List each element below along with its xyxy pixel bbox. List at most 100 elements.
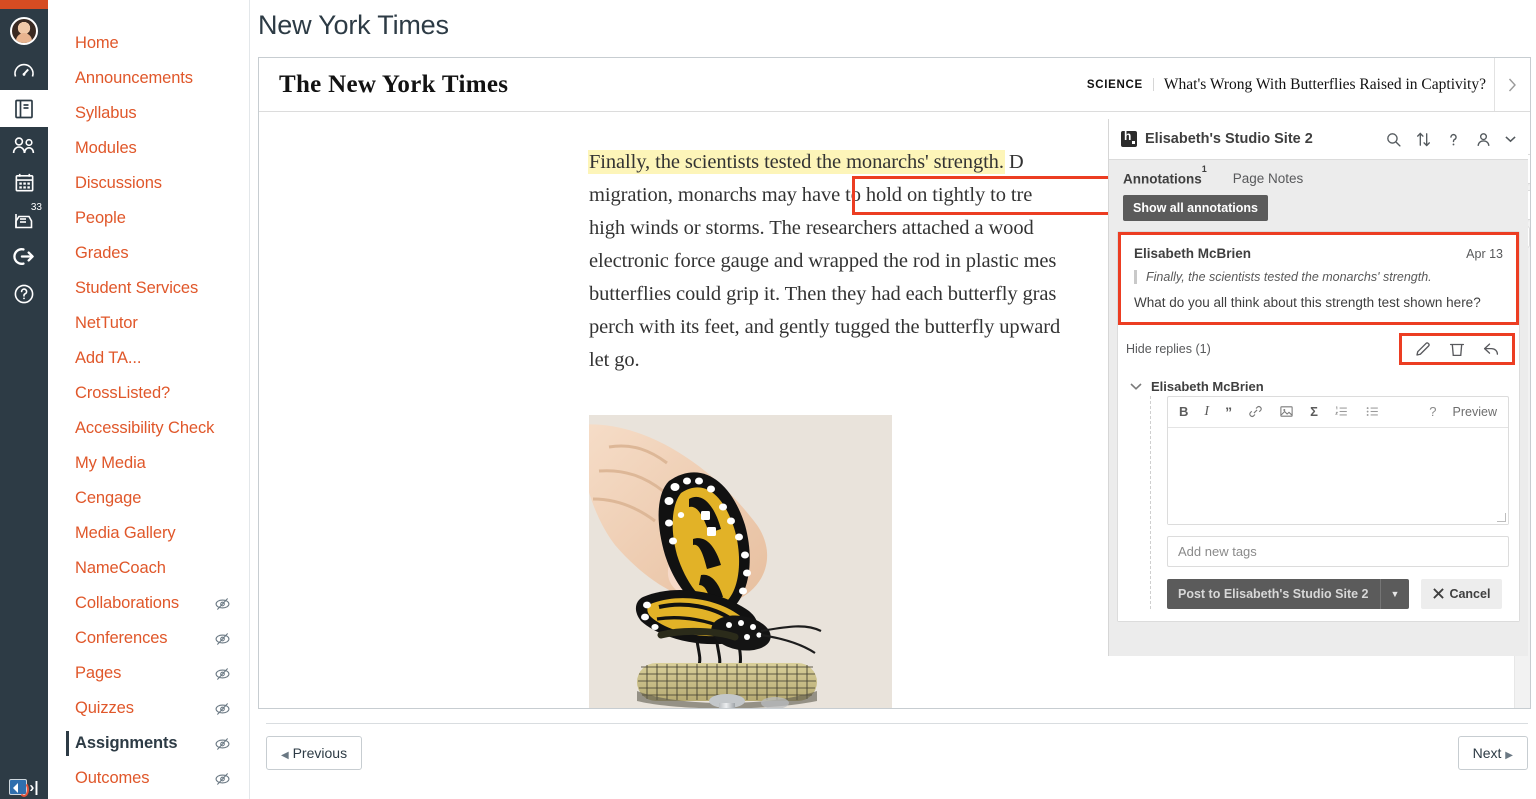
reply-textarea[interactable] — [1168, 427, 1508, 524]
course-nav-item-outcomes[interactable]: Outcomes — [48, 761, 249, 796]
quote-icon[interactable]: ” — [1225, 404, 1232, 420]
account-icon[interactable] — [1475, 131, 1492, 148]
course-nav-item-home[interactable]: Home — [48, 26, 249, 61]
help-icon[interactable] — [1445, 131, 1462, 148]
global-nav-groups[interactable] — [0, 127, 48, 164]
hide-replies-toggle[interactable]: Hide replies (1) — [1126, 342, 1211, 356]
user-avatar-icon — [10, 17, 38, 45]
global-nav-calendar[interactable] — [0, 164, 48, 201]
italic-icon[interactable]: I — [1204, 404, 1209, 420]
course-nav-item-label: Home — [75, 34, 119, 52]
module-sequence-footer: ◀ Previous Next ▶ — [266, 723, 1528, 770]
groups-people-icon — [12, 136, 35, 153]
chevron-right-icon: ▶ — [1505, 750, 1513, 761]
course-nav-item-discussions[interactable]: Discussions — [48, 166, 249, 201]
global-nav-dashboard[interactable] — [0, 53, 48, 90]
add-tags-input[interactable]: Add new tags — [1167, 535, 1509, 567]
global-nav-logout[interactable] — [0, 238, 48, 275]
hypothesis-sidebar: Elisabeth's Studio Site 2 — [1108, 119, 1528, 656]
course-nav-item-add-ta[interactable]: Add TA... — [48, 341, 249, 376]
editor-help-icon[interactable]: ? — [1429, 404, 1436, 419]
article-column: Finally, the scientists tested the monar… — [589, 146, 1099, 708]
caret-down-icon[interactable]: ▼ — [1379, 578, 1410, 609]
global-nav-inbox[interactable]: 33 — [0, 201, 48, 238]
paragraph-first-line-tail: D — [1003, 151, 1024, 173]
content-wrapper: The New York Times SCIENCE | What's Wron… — [250, 57, 1536, 799]
calendar-icon — [15, 173, 33, 192]
global-nav-account[interactable] — [0, 9, 48, 53]
accessibility-speaker-icon[interactable] — [9, 779, 30, 797]
nyt-breadcrumb: SCIENCE | What's Wrong With Butterflies … — [1087, 76, 1486, 94]
nyt-next-article-button[interactable] — [1494, 58, 1530, 111]
course-nav-item-grades[interactable]: Grades — [48, 236, 249, 271]
butterfly-photo — [589, 415, 892, 708]
course-nav-item-people[interactable]: People — [48, 201, 249, 236]
course-navigation: Home Announcements Syllabus Modules Discussi… — [48, 0, 250, 799]
show-all-annotations-button[interactable]: Show all annotations — [1123, 194, 1269, 221]
chevron-down-icon[interactable] — [1505, 135, 1516, 143]
course-nav-item-label: Outcomes — [75, 769, 150, 787]
course-nav-item-media-gallery[interactable]: Media Gallery — [48, 516, 249, 551]
course-nav-item-label: Modules — [75, 139, 137, 157]
course-nav-item-modules[interactable]: Modules — [48, 131, 249, 166]
course-nav-item-label: My Media — [75, 454, 146, 472]
course-nav-item-my-media[interactable]: My Media — [48, 446, 249, 481]
course-nav-item-assignments[interactable]: Assignments — [48, 726, 249, 761]
global-nav-courses[interactable] — [0, 90, 48, 127]
course-nav-item-conferences[interactable]: Conferences — [48, 621, 249, 656]
course-nav-item-pages[interactable]: Pages — [48, 656, 249, 691]
course-nav-item-label: Announcements — [75, 69, 193, 87]
annotation-author[interactable]: Elisabeth McBrien — [1134, 246, 1251, 261]
course-nav-item-namecoach[interactable]: NameCoach — [48, 551, 249, 586]
course-nav-item-crosslisted[interactable]: CrossListed? — [48, 376, 249, 411]
course-nav-item-collaborations[interactable]: Collaborations — [48, 586, 249, 621]
chevron-down-icon[interactable] — [1130, 382, 1142, 391]
reply-annotation-icon[interactable] — [1482, 340, 1500, 358]
course-nav-item-announcements[interactable]: Announcements — [48, 61, 249, 96]
course-nav-item-label: Pages — [75, 664, 122, 682]
course-nav-item-label: Quizzes — [75, 699, 134, 717]
annotation-content-callout: Elisabeth McBrien Apr 13 Finally, the sc… — [1118, 231, 1519, 325]
search-icon[interactable] — [1385, 131, 1402, 148]
course-nav-item-label: Accessibility Check — [75, 419, 215, 437]
previous-button[interactable]: ◀ Previous — [266, 736, 363, 770]
global-nav-help[interactable] — [0, 275, 48, 312]
edit-annotation-icon[interactable] — [1414, 340, 1432, 358]
course-nav-item-quizzes[interactable]: Quizzes — [48, 691, 249, 726]
paragraph-line: high winds or storms. The researchers at… — [589, 217, 1034, 239]
nyt-masthead: The New York Times — [279, 70, 509, 98]
course-nav-item-cengage[interactable]: Cengage — [48, 481, 249, 516]
course-nav-item-nettutor[interactable]: NetTutor — [48, 306, 249, 341]
hidden-eye-icon — [215, 702, 230, 715]
course-nav-item-label: Student Services — [75, 279, 199, 297]
annotation-list: Elisabeth McBrien Apr 13 Finally, the sc… — [1109, 230, 1528, 657]
collapse-nav-arrow-icon[interactable]: ›| — [29, 780, 38, 795]
next-button[interactable]: Next ▶ — [1457, 736, 1528, 770]
annotation-date: Apr 13 — [1466, 246, 1503, 261]
article-figure — [589, 415, 892, 708]
course-nav-item-accessibility-check[interactable]: Accessibility Check — [48, 411, 249, 446]
bold-icon[interactable]: B — [1179, 404, 1188, 419]
hypothesis-group-name[interactable]: Elisabeth's Studio Site 2 — [1145, 131, 1377, 147]
annotated-highlight[interactable]: Finally, the scientists tested the monar… — [589, 151, 1004, 173]
course-nav-item-student-services[interactable]: Student Services — [48, 271, 249, 306]
tab-page-notes[interactable]: Page Notes — [1233, 171, 1304, 186]
post-reply-button[interactable]: Post to Elisabeth's Studio Site 2 ▼ — [1167, 578, 1410, 609]
sort-icon[interactable] — [1415, 131, 1432, 148]
post-reply-label: Post to Elisabeth's Studio Site 2 — [1178, 586, 1369, 601]
delete-annotation-icon[interactable] — [1448, 340, 1466, 358]
paragraph-line: perch with its feet, and gently tugged t… — [589, 316, 1061, 338]
tab-annotations[interactable]: Annotations1 — [1123, 164, 1207, 187]
image-icon[interactable] — [1279, 404, 1294, 419]
math-icon[interactable]: Σ — [1310, 404, 1318, 419]
reply-author[interactable]: Elisabeth McBrien — [1151, 379, 1264, 394]
course-nav-item-label: CrossListed? — [75, 384, 171, 402]
bulleted-list-icon[interactable] — [1365, 404, 1380, 419]
app-root: 33 ›| Home Announcements Syllabus Modules Di… — [0, 0, 1536, 799]
numbered-list-icon[interactable] — [1334, 404, 1349, 419]
dashboard-gauge-icon — [14, 63, 34, 77]
editor-preview-button[interactable]: Preview — [1453, 405, 1497, 419]
cancel-reply-button[interactable]: Cancel — [1421, 578, 1503, 609]
link-icon[interactable] — [1248, 404, 1263, 419]
course-nav-item-syllabus[interactable]: Syllabus — [48, 96, 249, 131]
